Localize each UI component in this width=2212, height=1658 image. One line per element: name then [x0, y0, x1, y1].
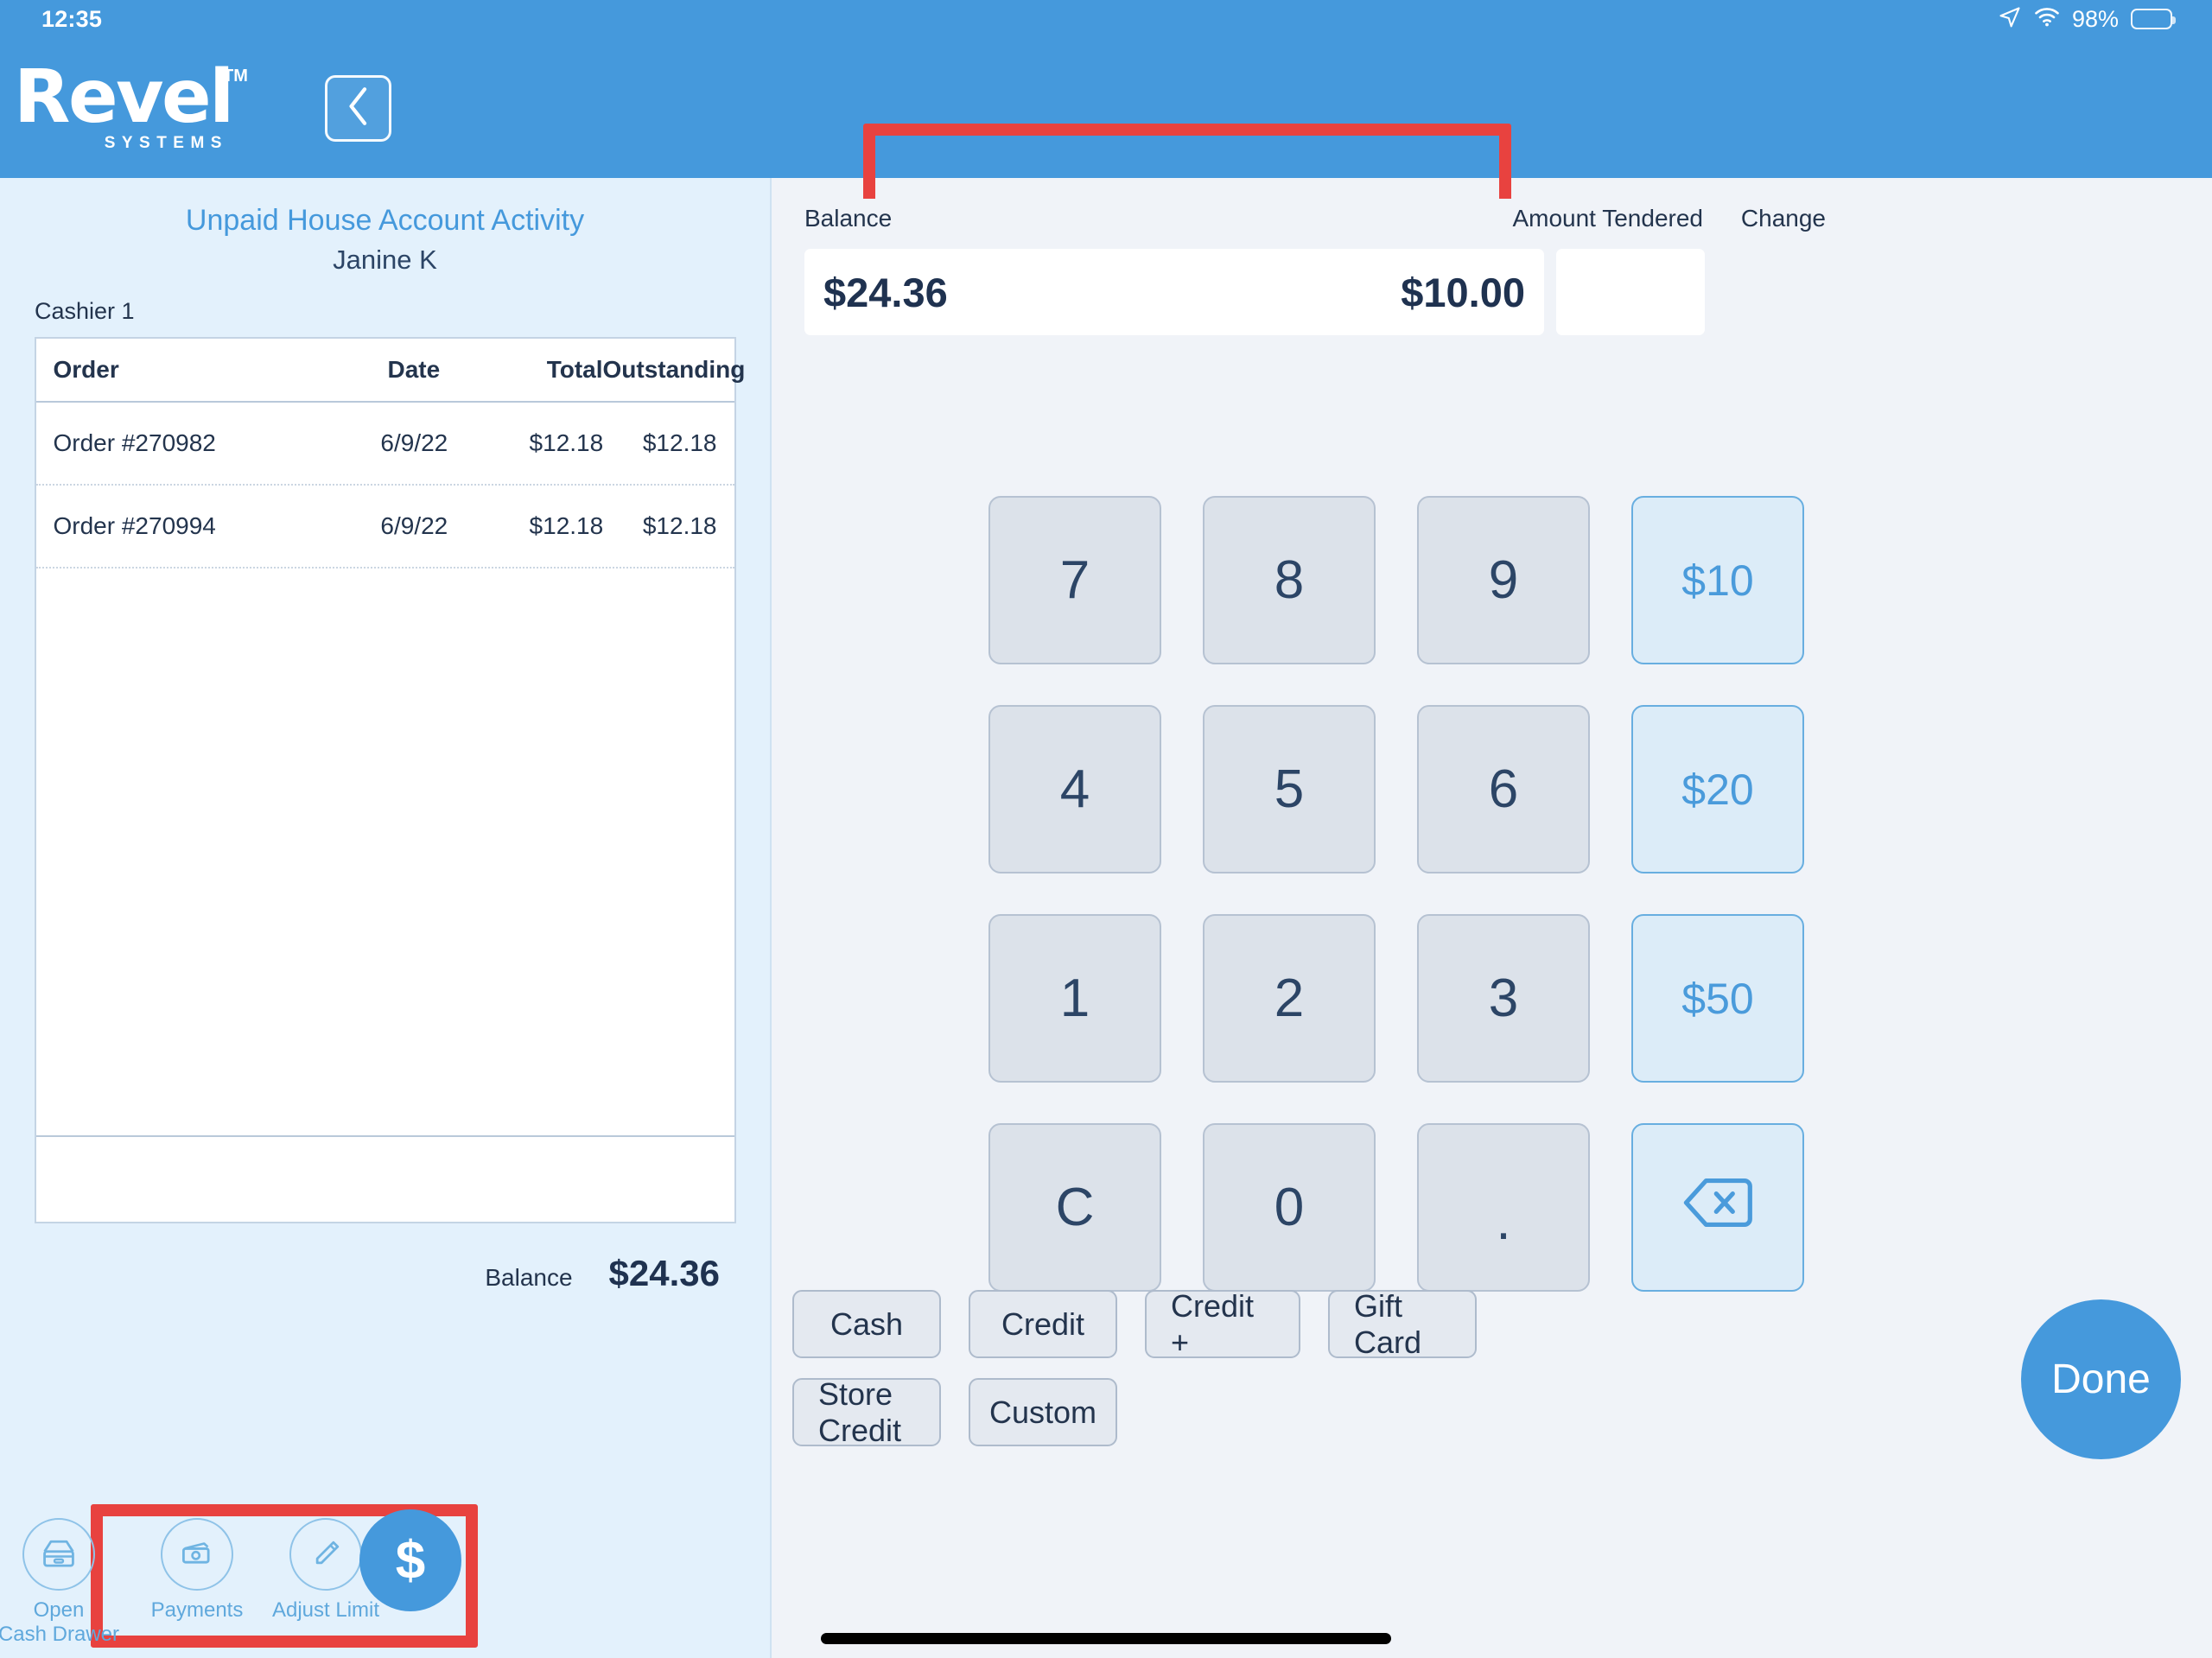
cashier-label: Cashier 1 [35, 298, 135, 324]
cell-order: Order #270982 [53, 429, 216, 456]
location-arrow-icon [1998, 5, 2022, 34]
logo-wordmark: Revel [14, 54, 234, 140]
logo-trademark-icon: TM [223, 66, 248, 86]
battery-percent: 98% [2071, 5, 2119, 32]
cell-outstanding: $12.18 [642, 512, 717, 539]
wifi-icon [2034, 7, 2060, 32]
quick-cash-10-button[interactable]: $10 [1631, 496, 1804, 664]
custom-payment-button[interactable]: Custom [969, 1378, 1117, 1446]
status-indicators: 98% [1998, 5, 2176, 34]
numeric-keypad: 7 8 9 $10 4 5 6 $20 1 2 3 $50 C 0 . [988, 496, 1804, 1292]
cash-drawer-icon [22, 1518, 95, 1591]
account-balance-label: Balance [485, 1264, 573, 1291]
store-credit-payment-button[interactable]: Store Credit [792, 1376, 941, 1448]
column-header-total: Total [546, 356, 603, 383]
tender-balance-label: Balance [804, 205, 893, 232]
back-button[interactable] [325, 74, 391, 142]
credit-payment-button[interactable]: Credit [969, 1290, 1117, 1358]
payment-panel: Balance Amount Tendered Change $24.36 $1… [773, 124, 2212, 1658]
adjust-limit-label: Adjust Limit [271, 1598, 380, 1622]
house-account-panel: Unpaid House Account Activity Janine K C… [0, 178, 772, 1658]
key-4[interactable]: 4 [988, 705, 1161, 873]
tender-change-label: Change [1740, 205, 1826, 232]
payment-type-row-1: Cash Credit Credit + Gift Card [792, 1288, 1477, 1360]
payment-type-row-2: Store Credit Custom [792, 1376, 1477, 1448]
key-0[interactable]: 0 [1203, 1123, 1376, 1292]
payments-button[interactable]: Payments [128, 1518, 266, 1623]
quick-cash-50-button[interactable]: $50 [1631, 914, 1804, 1083]
key-clear[interactable]: C [988, 1123, 1161, 1292]
column-header-order: Order [53, 356, 119, 383]
key-3[interactable]: 3 [1417, 914, 1590, 1083]
cell-order: Order #270994 [53, 512, 216, 539]
gift-card-payment-button[interactable]: Gift Card [1328, 1288, 1477, 1360]
key-1[interactable]: 1 [988, 914, 1161, 1083]
open-cash-drawer-label: Open Cash Drawer [0, 1598, 120, 1646]
tender-change-field [1556, 249, 1705, 335]
backspace-icon [1681, 1176, 1754, 1240]
tender-labels: Balance Amount Tendered Change [804, 199, 1831, 238]
payment-type-buttons: Cash Credit Credit + Gift Card Store Cre… [792, 1288, 1477, 1448]
pos-screen: 12:35 98% Revel TM SYSTEMS Unpaid House … [0, 0, 2212, 1658]
cell-total: $12.18 [529, 429, 604, 456]
revel-logo: Revel TM SYSTEMS [14, 54, 248, 154]
table-empty-area [36, 569, 734, 1135]
home-indicator [821, 1633, 1391, 1644]
key-5[interactable]: 5 [1203, 705, 1376, 873]
table-row[interactable]: Order #270982 6/9/22 $12.18 $12.18 [35, 403, 734, 486]
quick-cash-20-button[interactable]: $20 [1631, 705, 1804, 873]
column-header-date: Date [387, 356, 441, 383]
key-8[interactable]: 8 [1203, 496, 1376, 664]
done-button[interactable]: Done [2021, 1299, 2181, 1459]
cell-outstanding: $12.18 [642, 429, 717, 456]
cash-payment-button[interactable]: Cash [792, 1290, 941, 1358]
backspace-button[interactable] [1631, 1123, 1804, 1292]
key-7[interactable]: 7 [988, 496, 1161, 664]
battery-icon [2131, 9, 2176, 29]
tender-amount-value: $10.00 [1401, 269, 1525, 315]
pencil-icon [289, 1518, 362, 1591]
key-9[interactable]: 9 [1417, 496, 1590, 664]
account-holder-name: Janine K [333, 245, 437, 275]
account-balance-row: Balance $24.36 [0, 1253, 720, 1294]
tender-summary: Balance Amount Tendered Change $24.36 $1… [804, 199, 1831, 335]
key-decimal[interactable]: . [1417, 1123, 1590, 1292]
cell-total: $12.18 [529, 512, 604, 539]
add-payment-button[interactable]: $ [359, 1509, 461, 1611]
status-bar: 12:35 98% [0, 0, 2212, 38]
activity-table: Order Date Total Outstanding Order #2709… [34, 337, 746, 1223]
account-balance-value: $24.36 [608, 1253, 720, 1293]
cell-date: 6/9/22 [380, 429, 448, 456]
cell-date: 6/9/22 [380, 512, 448, 539]
tender-fields: $24.36 $10.00 [804, 249, 1831, 335]
key-2[interactable]: 2 [1203, 914, 1376, 1083]
tender-amount-label: Amount Tendered [1512, 205, 1703, 232]
banknote-icon [161, 1518, 233, 1591]
open-cash-drawer-button[interactable]: Open Cash Drawer [0, 1518, 128, 1646]
payments-label: Payments [150, 1598, 244, 1622]
account-toolbar: Open Cash Drawer Payments Adjust Limit $ [0, 1468, 772, 1658]
chevron-left-icon [344, 86, 373, 131]
status-time: 12:35 [41, 5, 103, 32]
table-footer-area [35, 1135, 734, 1222]
credit-plus-payment-button[interactable]: Credit + [1145, 1288, 1300, 1360]
tender-balance-value: $24.36 [823, 269, 948, 315]
page-title: Unpaid House Account Activity [185, 204, 585, 237]
table-header-row: Order Date Total Outstanding [35, 339, 746, 403]
column-header-outstanding: Outstanding [602, 356, 746, 383]
key-6[interactable]: 6 [1417, 705, 1590, 873]
table-row[interactable]: Order #270994 6/9/22 $12.18 $12.18 [35, 486, 734, 569]
tender-amount-input[interactable]: $24.36 $10.00 [804, 249, 1544, 335]
